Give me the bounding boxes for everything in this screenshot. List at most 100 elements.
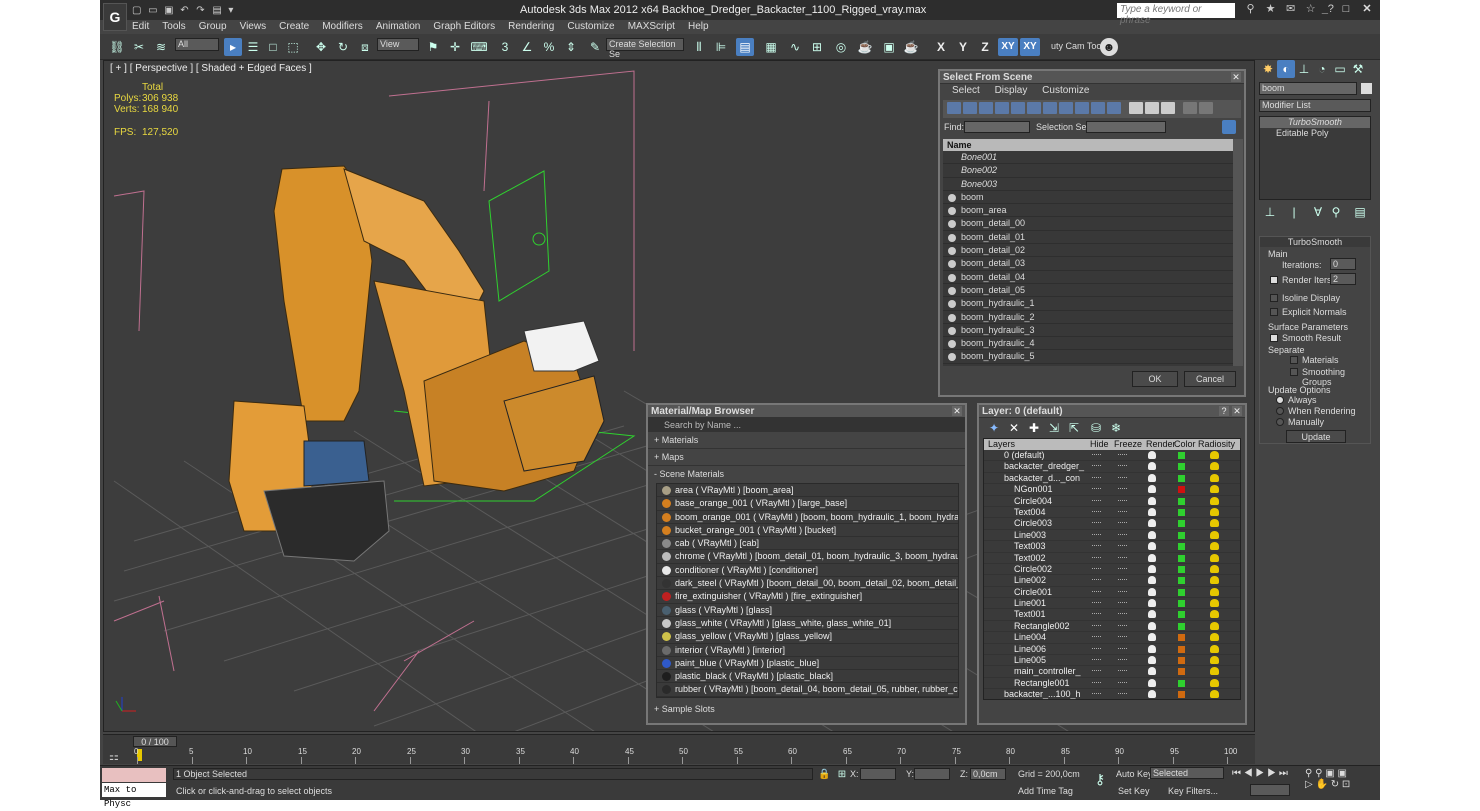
goto-end-icon[interactable]: ⏭ xyxy=(1279,768,1288,779)
freeze-toggle[interactable] xyxy=(1118,556,1127,560)
freeze-toggle[interactable] xyxy=(1118,499,1127,503)
select-invert-icon[interactable] xyxy=(1161,102,1175,114)
radiosity-teapot-icon[interactable] xyxy=(1210,621,1219,630)
dropdown-icon[interactable]: ▾ xyxy=(228,5,241,16)
hierarchy-tab-icon[interactable]: ⊥ xyxy=(1295,60,1313,78)
key-icon[interactable]: ⚷ xyxy=(1090,770,1110,788)
close-icon[interactable]: ✕ xyxy=(1232,406,1242,416)
minimize-button[interactable]: _ xyxy=(1316,3,1334,15)
layer-row[interactable]: Line004 xyxy=(984,632,1240,644)
camera-tool-icon[interactable]: ☻ xyxy=(1100,38,1118,56)
hide-toggle[interactable] xyxy=(1092,499,1101,503)
material-item[interactable]: area ( VRayMtl ) [boom_area] xyxy=(657,484,958,498)
render-setup-icon[interactable]: ☕ xyxy=(856,38,874,56)
list-item[interactable]: boom_area xyxy=(943,204,1233,218)
create-tab-icon[interactable]: ✸ xyxy=(1259,60,1277,78)
menu-customize[interactable]: Customize xyxy=(567,21,614,32)
render-production-icon[interactable]: ☕ xyxy=(902,38,920,56)
named-selection-dropdown[interactable]: Create Selection Se xyxy=(606,38,684,59)
select-none-icon[interactable] xyxy=(1145,102,1159,114)
isoline-display-checkbox[interactable] xyxy=(1270,294,1278,302)
delete-layer-icon[interactable]: ✕ xyxy=(1005,419,1023,437)
list-item[interactable]: boom_detail_04 xyxy=(943,270,1233,284)
render-column-header[interactable]: Render xyxy=(1146,439,1176,449)
menu-display[interactable]: Display xyxy=(995,85,1028,96)
material-item[interactable]: interior ( VRayMtl ) [interior] xyxy=(657,644,958,657)
y-coord-field[interactable] xyxy=(914,768,950,780)
hide-toggle[interactable] xyxy=(1092,579,1101,582)
iterations-spinner[interactable]: 0 xyxy=(1330,258,1356,270)
layer-row[interactable]: Line006 xyxy=(984,644,1240,656)
radiosity-teapot-icon[interactable] xyxy=(1210,473,1219,482)
freeze-toggle[interactable] xyxy=(1118,488,1127,491)
freeze-toggle[interactable] xyxy=(1118,590,1127,594)
render-teapot-icon[interactable] xyxy=(1148,553,1156,562)
material-item[interactable]: chrome ( VRayMtl ) [boom_detail_01, boom… xyxy=(657,550,958,564)
render-iters-spinner[interactable]: 2 xyxy=(1330,273,1356,285)
radiosity-teapot-icon[interactable] xyxy=(1210,633,1219,642)
select-highlighted-icon[interactable]: ⇲ xyxy=(1045,419,1063,437)
layer-row[interactable]: Text003 xyxy=(984,541,1240,553)
redo-icon[interactable]: ↷ xyxy=(196,5,209,16)
angle-snap-icon[interactable]: ∠ xyxy=(518,38,536,56)
help-icon[interactable]: ? xyxy=(1219,406,1229,416)
pin-stack-icon[interactable]: ⊥ xyxy=(1261,206,1279,218)
material-item[interactable]: boom_orange_001 ( VRayMtl ) [boom, boom_… xyxy=(657,511,958,524)
hide-toggle[interactable] xyxy=(1092,602,1101,605)
percent-snap-icon[interactable]: % xyxy=(540,38,558,56)
radiosity-teapot-icon[interactable] xyxy=(1210,507,1219,516)
radiosity-teapot-icon[interactable] xyxy=(1210,599,1219,608)
list-item[interactable]: boom_hydraulic_1 xyxy=(943,297,1233,311)
snaps-toggle-icon[interactable]: 3 xyxy=(496,38,514,56)
render-teapot-icon[interactable] xyxy=(1148,462,1156,471)
rotate-icon[interactable]: ↻ xyxy=(334,38,352,56)
list-item[interactable]: boom_detail_02 xyxy=(943,244,1233,258)
graphite-toolbar-icon[interactable]: ▦ xyxy=(762,38,780,56)
goto-start-icon[interactable]: ⏮ xyxy=(1232,768,1241,779)
sync-selection-icon[interactable] xyxy=(1199,102,1213,114)
z-coord-field[interactable]: 0,0cm xyxy=(970,768,1006,780)
scene-materials-group[interactable]: - Scene Materials xyxy=(648,466,965,483)
hide-toggle[interactable] xyxy=(1092,693,1101,696)
hide-toggle[interactable] xyxy=(1092,636,1101,639)
radiosity-teapot-icon[interactable] xyxy=(1210,519,1219,528)
layer-row[interactable]: Circle002 xyxy=(984,564,1240,576)
object-name-field[interactable]: boom xyxy=(1259,82,1357,95)
time-slider[interactable]: 0 / 100 ⚏ 0 5 10 15 20 25 30 35 40 45 50 55 60 65 70 75… xyxy=(103,734,1255,764)
maximize-viewport-icon[interactable]: ⊡ xyxy=(1342,779,1350,790)
separate-smoothing-groups-checkbox[interactable] xyxy=(1290,368,1298,376)
radiosity-teapot-icon[interactable] xyxy=(1210,690,1219,699)
layer-row[interactable]: Circle003 xyxy=(984,518,1240,530)
ok-button[interactable]: OK xyxy=(1132,371,1178,387)
menu-group[interactable]: Group xyxy=(199,21,227,32)
new-file-icon[interactable]: ▢ xyxy=(132,5,145,16)
selection-set-dropdown[interactable] xyxy=(1086,121,1166,133)
rollout-title[interactable]: TurboSmooth xyxy=(1260,237,1370,247)
menu-modifiers[interactable]: Modifiers xyxy=(322,21,363,32)
lock-selection-icon[interactable]: 🔒 xyxy=(818,766,830,780)
sample-slots-group[interactable]: + Sample Slots xyxy=(648,701,965,717)
rectangular-selection-icon[interactable]: □ xyxy=(264,38,282,56)
material-item[interactable]: dark_steel ( VRayMtl ) [boom_detail_00, … xyxy=(657,577,958,591)
modifier-list-dropdown[interactable]: Modifier List xyxy=(1259,99,1371,112)
set-key-button[interactable]: Set Key xyxy=(1118,786,1150,796)
hide-toggle[interactable] xyxy=(1092,454,1101,457)
layers-column-header[interactable]: Layers xyxy=(988,439,1015,449)
layer-row[interactable]: Circle001 xyxy=(984,587,1240,599)
display-helpers-icon[interactable] xyxy=(1011,102,1025,114)
radiosity-teapot-icon[interactable] xyxy=(1210,451,1219,459)
zoom-extents-all-icon[interactable]: ▣ xyxy=(1337,768,1346,779)
freeze-toggle[interactable] xyxy=(1118,465,1127,468)
layer-row[interactable]: backacter_d..._con xyxy=(984,473,1240,485)
material-item[interactable]: cab ( VRayMtl ) [cab] xyxy=(657,537,958,551)
show-end-result-icon[interactable]: | xyxy=(1285,206,1303,218)
layer-list[interactable]: Layers Hide Freeze Render Color Radiosit… xyxy=(983,438,1241,700)
radiosity-teapot-icon[interactable] xyxy=(1210,553,1219,562)
material-item[interactable]: base_orange_001 ( VRayMtl ) [large_base] xyxy=(657,497,958,511)
layer-color-swatch[interactable] xyxy=(1178,486,1185,494)
layer-color-swatch[interactable] xyxy=(1178,474,1185,482)
hide-column-header[interactable]: Hide xyxy=(1090,439,1109,449)
layer-color-swatch[interactable] xyxy=(1178,634,1185,642)
communication-icon[interactable]: ✉ xyxy=(1282,2,1299,15)
layer-color-swatch[interactable] xyxy=(1178,565,1185,573)
